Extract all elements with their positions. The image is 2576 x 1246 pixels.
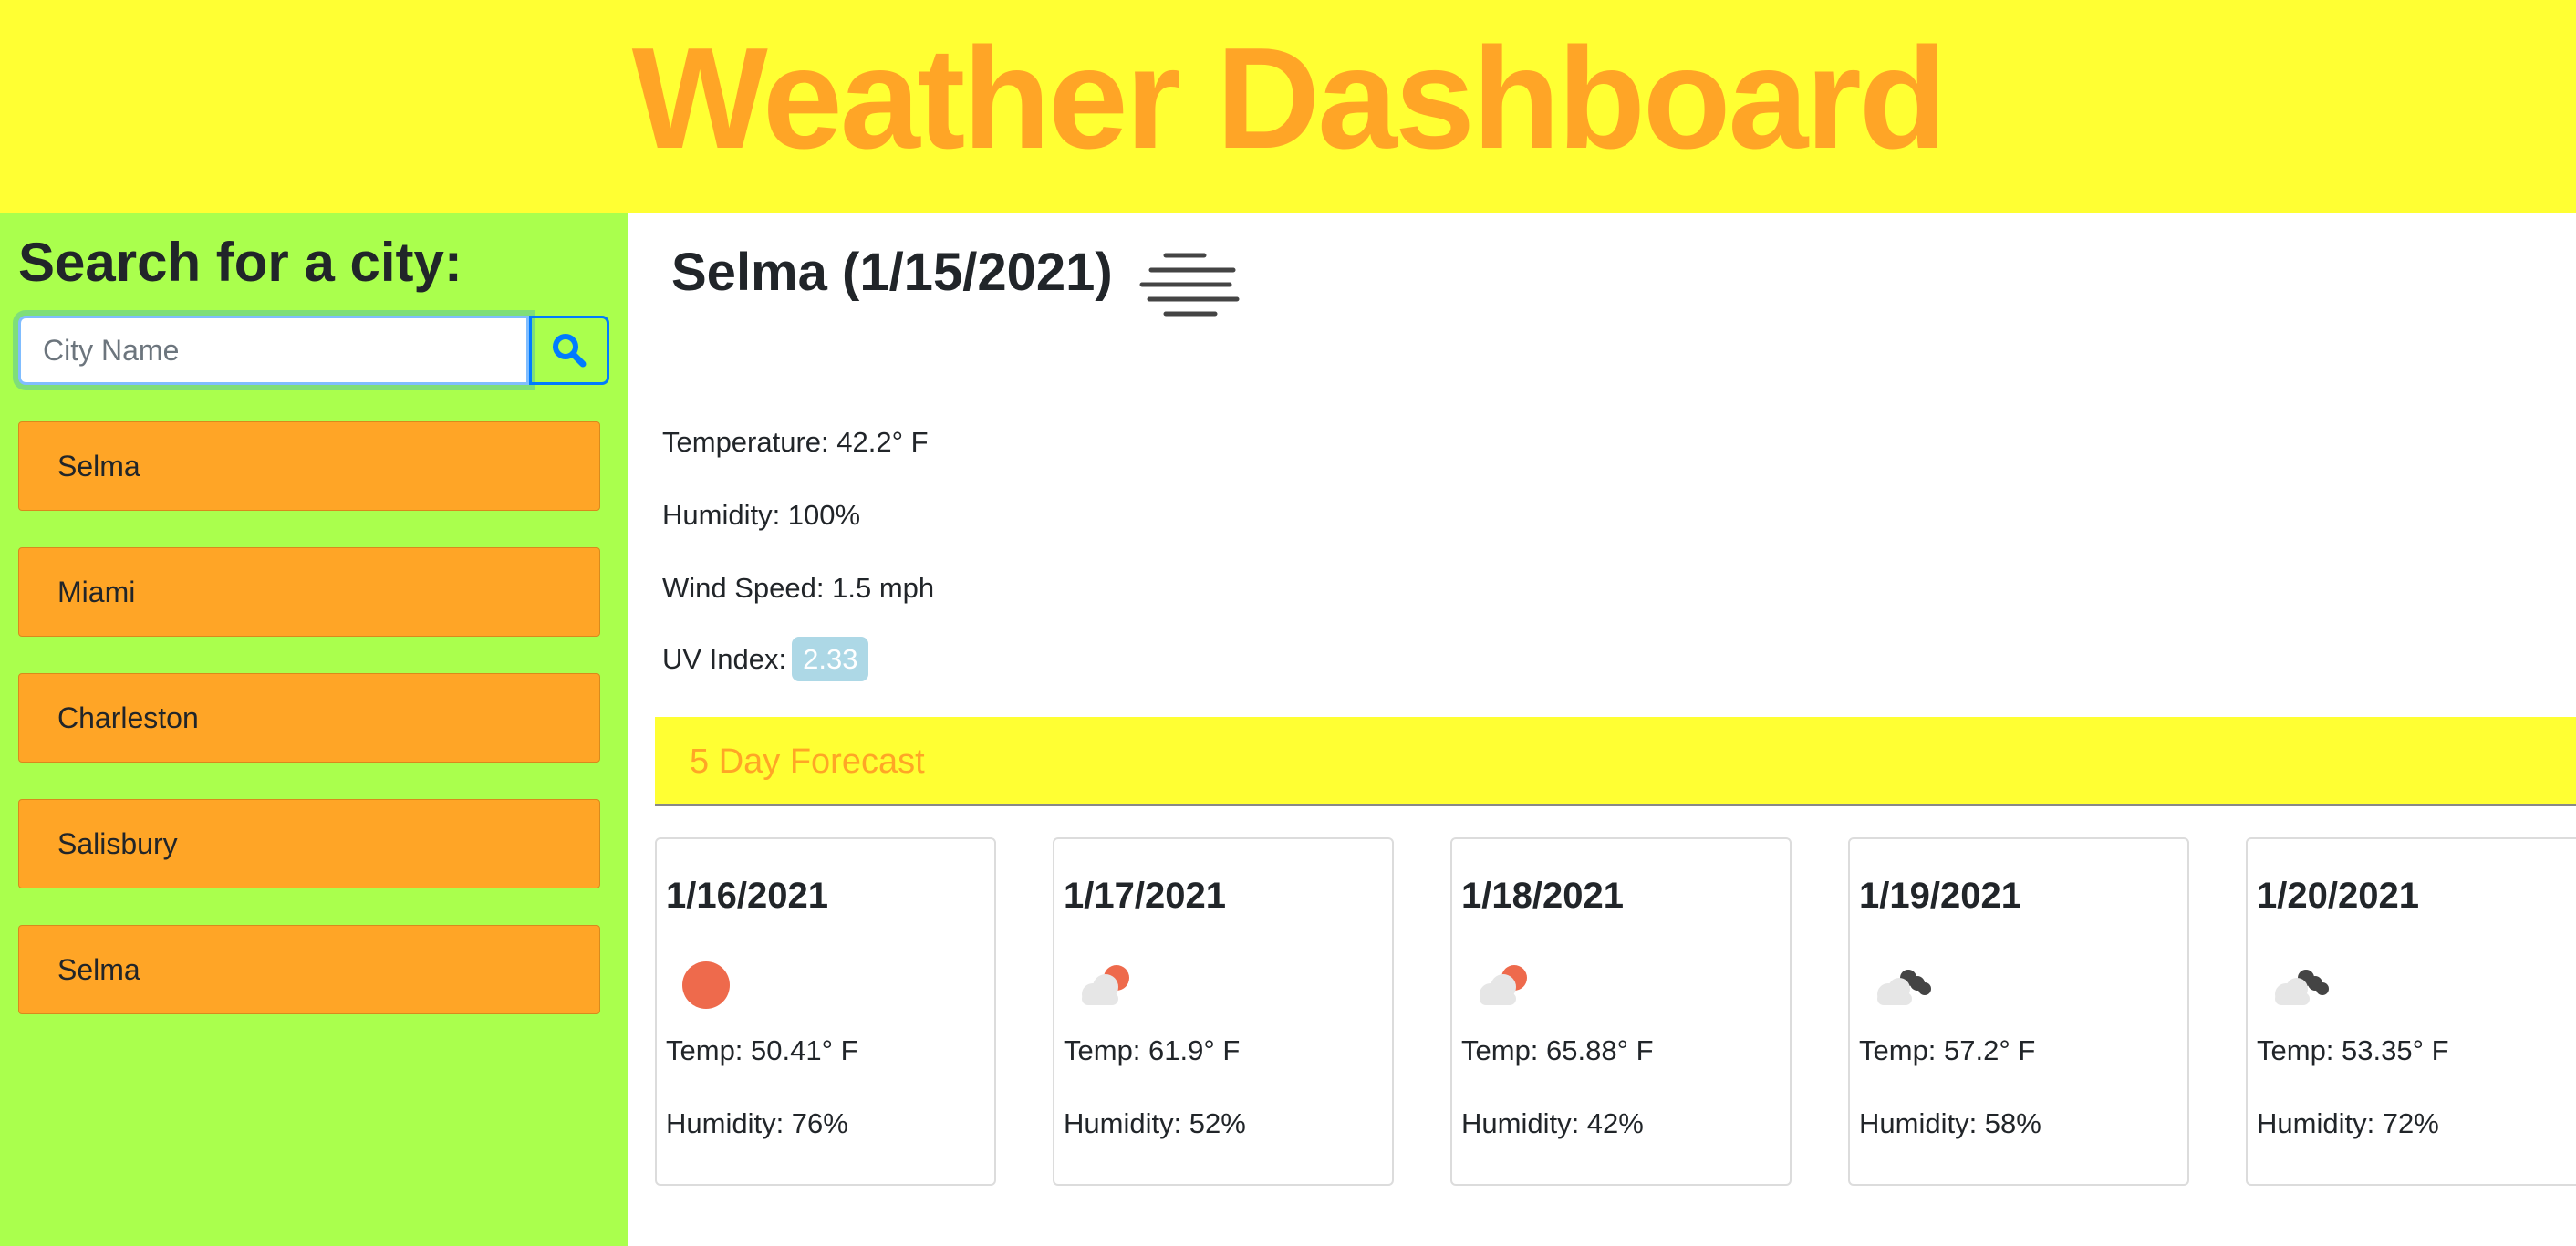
forecast-temp: Temp: 57.2° F: [1859, 1034, 2036, 1066]
forecast-card: 1/19/2021 Temp: 57.2° F Humidity: 58%: [1848, 837, 2189, 1186]
forecast-temp: Temp: 53.35° F: [2257, 1034, 2449, 1066]
history-city-button[interactable]: Selma: [18, 421, 600, 511]
forecast-humidity: Humidity: 72%: [2257, 1107, 2439, 1139]
forecast-date: 1/16/2021: [666, 876, 828, 916]
history-city-button[interactable]: Salisbury: [18, 799, 600, 888]
broken-clouds-icon: [1877, 970, 1931, 1005]
forecast-header: 5 Day Forecast: [655, 717, 2576, 806]
history-city-label: Miami: [57, 575, 136, 608]
forecast-humidity: Humidity: 42%: [1461, 1107, 1644, 1139]
uv-label: UV Index:: [662, 643, 787, 675]
forecast-date: 1/19/2021: [1859, 876, 2021, 916]
history-city-label: Salisbury: [57, 826, 178, 860]
page-header: Weather Dashboard: [0, 0, 2576, 213]
forecast-date: 1/17/2021: [1064, 876, 1226, 916]
current-uv-index: UV Index: 2.33: [662, 637, 869, 682]
forecast-humidity: Humidity: 52%: [1064, 1107, 1246, 1139]
forecast-temp: Temp: 61.9° F: [1064, 1034, 1241, 1066]
forecast-card: 1/17/2021 Temp: 61.9° F Humidity: 52%: [1053, 837, 1394, 1186]
forecast-card: 1/20/2021 Temp: 53.35° F Humidity: 72%: [2246, 837, 2576, 1186]
mist-icon: [1139, 253, 1240, 317]
forecast-temp: Temp: 65.88° F: [1461, 1034, 1654, 1066]
history-city-button[interactable]: Selma: [18, 925, 600, 1014]
forecast-temp: Temp: 50.41° F: [666, 1034, 858, 1066]
current-humidity: Humidity: 100%: [662, 499, 861, 531]
forecast-humidity: Humidity: 58%: [1859, 1107, 2041, 1139]
search-heading: Search for a city:: [18, 232, 462, 293]
page-title: Weather Dashboard: [631, 18, 1948, 179]
forecast-card: 1/18/2021 Temp: 65.88° F Humidity: 42%: [1450, 837, 1792, 1186]
city-search-input[interactable]: [18, 316, 529, 385]
current-city-title: Selma (1/15/2021): [671, 243, 1113, 302]
history-city-label: Charleston: [57, 701, 199, 734]
partly-cloudy-icon: [1082, 965, 1129, 1005]
forecast-heading: 5 Day Forecast: [690, 742, 925, 781]
sun-icon: [682, 961, 730, 1009]
partly-cloudy-icon: [1480, 965, 1527, 1005]
broken-clouds-icon: [2275, 970, 2329, 1005]
uv-badge: 2.33: [792, 637, 869, 682]
forecast-humidity: Humidity: 76%: [666, 1107, 848, 1139]
forecast-card: 1/16/2021 Temp: 50.41° F Humidity: 76%: [655, 837, 996, 1186]
sidebar: Search for a city: Selma Miami Charlesto…: [0, 213, 628, 1246]
history-city-button[interactable]: Charleston: [18, 673, 600, 763]
forecast-date: 1/20/2021: [2257, 876, 2419, 916]
search-button[interactable]: [529, 316, 609, 385]
search-icon: [553, 334, 587, 368]
history-city-label: Selma: [57, 952, 140, 986]
main-content: Selma (1/15/2021) Temperature: 42.2° F H…: [628, 213, 2576, 1246]
history-city-label: Selma: [57, 449, 140, 483]
current-wind-speed: Wind Speed: 1.5 mph: [662, 572, 935, 604]
current-temperature: Temperature: 42.2° F: [662, 426, 929, 458]
history-city-button[interactable]: Miami: [18, 547, 600, 637]
forecast-date: 1/18/2021: [1461, 876, 1624, 916]
